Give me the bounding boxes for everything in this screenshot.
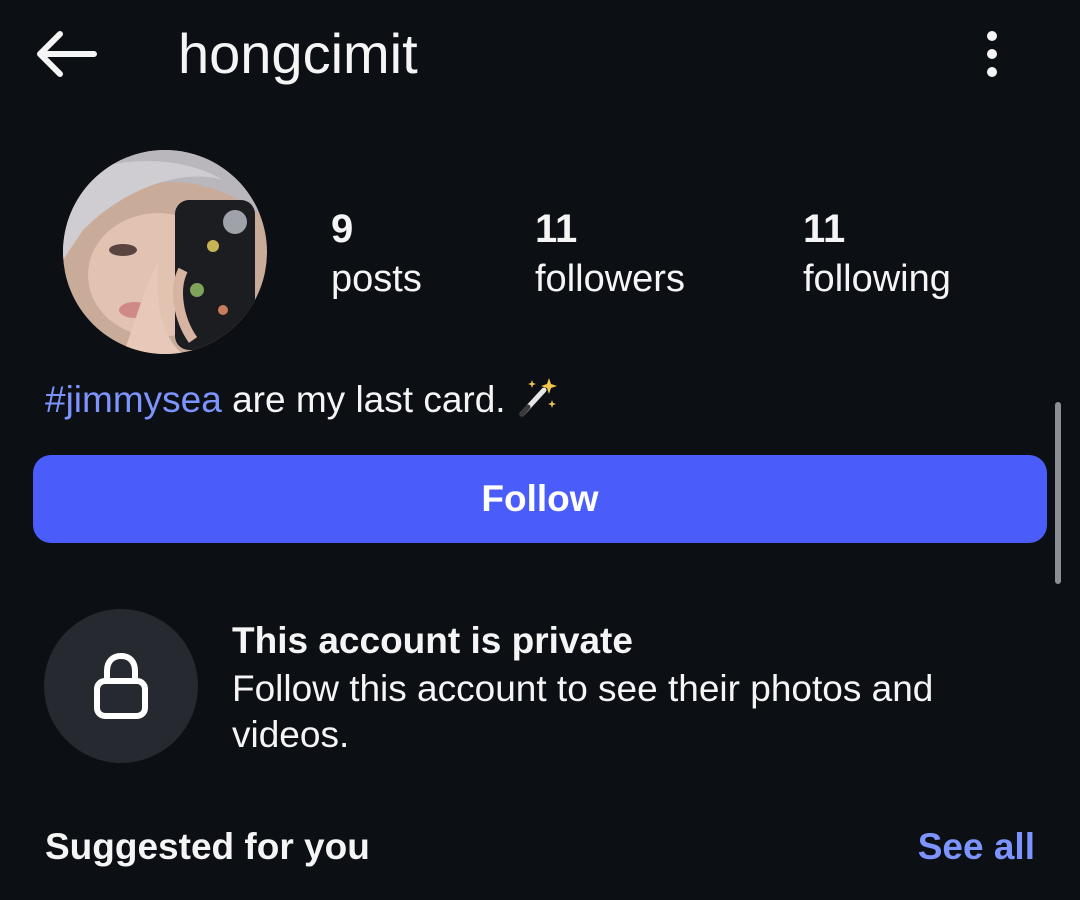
bio-text: are my last card.: [221, 379, 506, 420]
scrollbar[interactable]: [1055, 402, 1061, 584]
profile-bio: #jimmysea are my last card.: [45, 376, 558, 429]
lock-icon: [94, 653, 148, 719]
followers-count: 11: [535, 207, 578, 251]
stat-followers[interactable]: 11 followers: [535, 205, 685, 305]
stat-following[interactable]: 11 following: [803, 205, 951, 305]
following-count: 11: [803, 207, 846, 251]
stat-posts[interactable]: 9 posts: [331, 205, 422, 305]
magic-wand-icon: [516, 376, 558, 429]
posts-count: 9: [331, 207, 354, 251]
profile-username: hongcimit: [178, 22, 418, 85]
more-vertical-icon[interactable]: [972, 26, 1012, 82]
suggested-heading: Suggested for you: [45, 826, 370, 867]
follow-button[interactable]: Follow: [33, 455, 1047, 543]
posts-label: posts: [331, 258, 422, 300]
top-app-bar: hongcimit: [0, 0, 1080, 112]
following-label: following: [803, 258, 951, 300]
private-account-description: Follow this account to see their photos …: [232, 668, 934, 755]
back-arrow-icon[interactable]: [30, 26, 100, 82]
profile-avatar[interactable]: [63, 150, 267, 354]
followers-label: followers: [535, 258, 685, 300]
see-all-link[interactable]: See all: [918, 824, 1035, 870]
private-account-title: This account is private: [232, 620, 633, 661]
lock-badge: [44, 609, 198, 763]
bio-hashtag-link[interactable]: #jimmysea: [45, 379, 222, 420]
